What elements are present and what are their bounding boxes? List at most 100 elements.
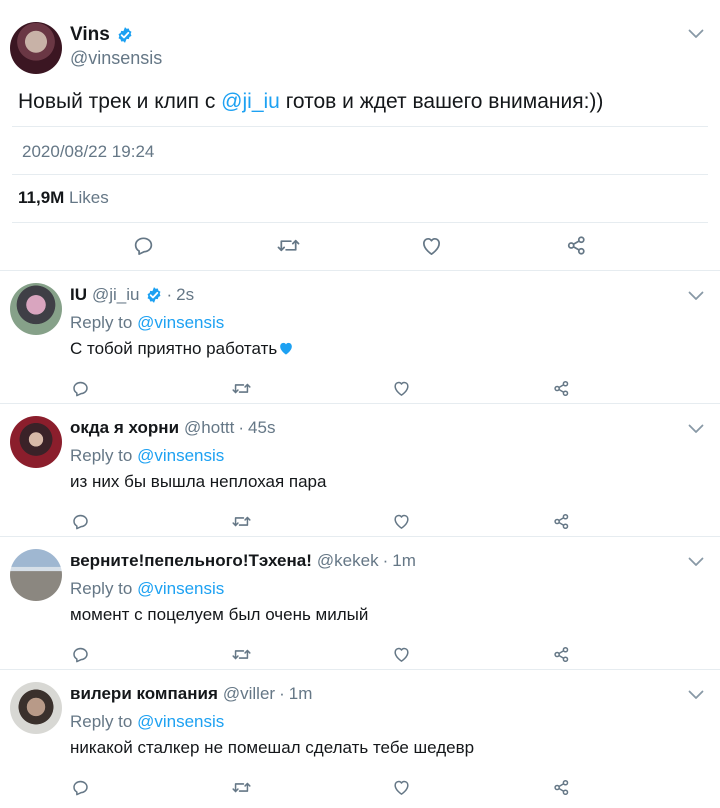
reply-header: IU @ji_iu · 2s — [70, 285, 194, 305]
retweet-button[interactable] — [226, 639, 256, 669]
chevron-down-icon[interactable] — [688, 690, 704, 700]
share-button[interactable] — [546, 373, 576, 403]
reply-timestamp[interactable]: 1m — [289, 684, 313, 704]
chevron-down-icon[interactable] — [688, 424, 704, 434]
like-button[interactable] — [416, 230, 446, 260]
share-icon — [553, 513, 568, 529]
reply-button[interactable] — [65, 506, 95, 536]
reply-item: IU @ji_iu · 2s Reply to @vinsensis С тоб… — [0, 271, 720, 404]
verified-badge-icon — [118, 27, 132, 43]
divider — [12, 222, 708, 223]
tweet-timestamp[interactable]: 2020/08/22 19:24 — [22, 142, 154, 162]
author-row: Vins — [70, 24, 134, 46]
author-name[interactable]: Vins — [70, 24, 110, 46]
author-handle[interactable]: @vinsensis — [70, 48, 162, 69]
reply-text-content: С тобой приятно работать — [70, 339, 278, 358]
reply-icon — [72, 647, 88, 662]
reply-author-name[interactable]: окда я хорни — [70, 418, 179, 438]
reply-text: никакой сталкер не помешал сделать тебе … — [70, 738, 475, 757]
share-button[interactable] — [546, 506, 576, 536]
divider — [12, 126, 708, 127]
share-icon — [553, 779, 568, 795]
like-icon — [393, 647, 409, 662]
reply-author-name[interactable]: вилери компания — [70, 684, 218, 704]
reply-author-name[interactable]: IU — [70, 285, 87, 305]
avatar[interactable] — [10, 549, 62, 601]
divider — [12, 174, 708, 175]
like-button[interactable] — [386, 772, 416, 802]
reply-actions — [0, 639, 720, 669]
reply-button[interactable] — [65, 639, 95, 669]
share-icon — [553, 380, 568, 396]
chevron-down-icon[interactable] — [688, 29, 704, 39]
reply-header: окда я хорни @hottt · 45s — [70, 418, 275, 438]
reply-to-line: Reply to @vinsensis — [70, 712, 224, 732]
reply-to-link[interactable]: @vinsensis — [137, 712, 224, 731]
retweet-button[interactable] — [226, 506, 256, 536]
reply-button[interactable] — [65, 772, 95, 802]
reply-text: момент с поцелуем был очень милый — [70, 605, 369, 624]
like-button[interactable] — [386, 373, 416, 403]
share-button[interactable] — [561, 230, 591, 260]
retweet-button[interactable] — [226, 772, 256, 802]
reply-timestamp[interactable]: 2s — [176, 285, 194, 305]
verified-badge-icon — [147, 287, 160, 303]
reply-timestamp[interactable]: 1m — [392, 551, 416, 571]
chevron-down-icon[interactable] — [688, 557, 704, 567]
reply-text: из них бы вышла неплохая пара — [70, 472, 327, 491]
reply-author-handle[interactable]: @ji_iu — [92, 285, 140, 305]
reply-to-link[interactable]: @vinsensis — [137, 579, 224, 598]
avatar[interactable] — [10, 682, 62, 734]
reply-author-handle[interactable]: @viller — [223, 684, 275, 704]
reply-icon — [134, 236, 152, 255]
avatar[interactable] — [10, 22, 62, 74]
reply-author-handle[interactable]: @kekek — [317, 551, 379, 571]
tweet-text-before: Новый трек и клип с — [18, 90, 222, 113]
reply-to-link[interactable]: @vinsensis — [137, 313, 224, 332]
retweet-icon — [231, 383, 251, 393]
reply-actions — [0, 506, 720, 536]
reply-header: вилери компания @viller · 1m — [70, 684, 312, 704]
retweet-icon — [231, 782, 251, 792]
avatar[interactable] — [10, 283, 62, 335]
tweet-text-after: готов и ждет вашего внимания:)) — [279, 90, 604, 113]
share-icon — [553, 646, 568, 662]
chevron-down-icon[interactable] — [688, 291, 704, 301]
reply-to-label: Reply to — [70, 712, 133, 731]
likes-count: 11,9M — [18, 188, 65, 207]
reply-to-line: Reply to @vinsensis — [70, 446, 224, 466]
reply-to-label: Reply to — [70, 446, 133, 465]
retweet-button[interactable] — [226, 373, 256, 403]
retweet-button[interactable] — [273, 230, 303, 260]
reply-button[interactable] — [65, 373, 95, 403]
reply-to-line: Reply to @vinsensis — [70, 579, 224, 599]
reply-timestamp[interactable]: 45s — [248, 418, 275, 438]
retweet-icon — [277, 239, 299, 251]
mention-link[interactable]: @ji_iu — [221, 90, 280, 113]
reply-item: верните!пепельного!Тэхена! @kekek · 1m R… — [0, 537, 720, 670]
reply-header: верните!пепельного!Тэхена! @kekek · 1m — [70, 551, 416, 571]
reply-actions — [0, 373, 720, 403]
reply-actions — [0, 772, 720, 802]
avatar[interactable] — [10, 416, 62, 468]
separator: · — [382, 551, 389, 570]
likes-label: Likes — [69, 188, 109, 207]
reply-icon — [72, 780, 88, 795]
reply-author-name[interactable]: верните!пепельного!Тэхена! — [70, 551, 312, 571]
like-button[interactable] — [386, 639, 416, 669]
reply-to-link[interactable]: @vinsensis — [137, 446, 224, 465]
reply-button[interactable] — [128, 230, 158, 260]
like-button[interactable] — [386, 506, 416, 536]
tweet-text: Новый трек и клип с @ji_iu готов и ждет … — [18, 90, 603, 114]
share-button[interactable] — [546, 639, 576, 669]
separator: · — [166, 285, 173, 304]
share-button[interactable] — [546, 772, 576, 802]
reply-to-label: Reply to — [70, 579, 133, 598]
likes-row[interactable]: 11,9M Likes — [18, 188, 109, 208]
reply-icon — [72, 514, 88, 529]
like-icon — [393, 780, 409, 795]
reply-author-handle[interactable]: @hottt — [184, 418, 234, 438]
like-icon — [422, 237, 440, 255]
reply-to-label: Reply to — [70, 313, 133, 332]
share-icon — [567, 235, 585, 255]
